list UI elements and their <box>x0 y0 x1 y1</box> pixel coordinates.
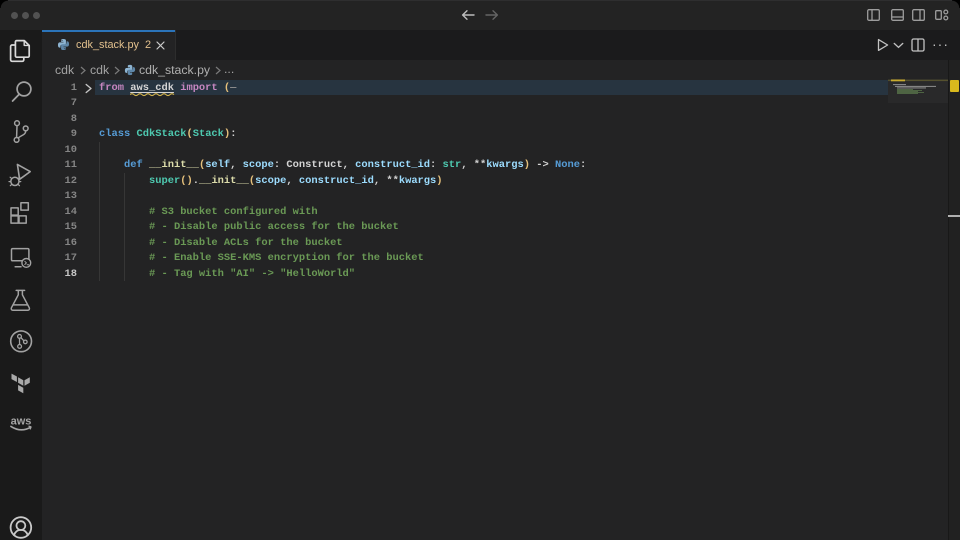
svg-text:aws: aws <box>11 416 32 428</box>
